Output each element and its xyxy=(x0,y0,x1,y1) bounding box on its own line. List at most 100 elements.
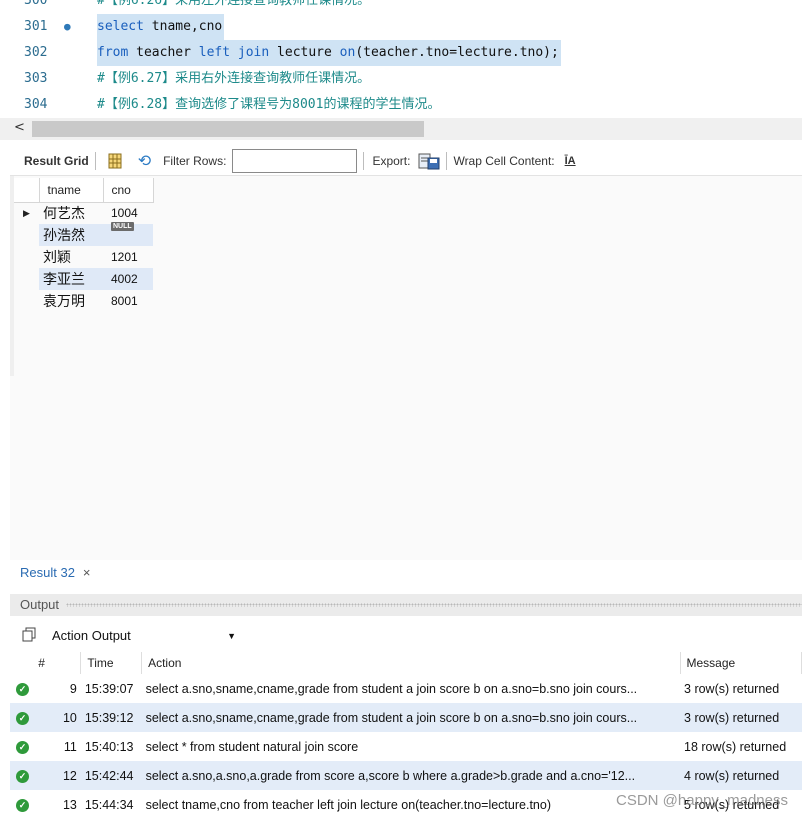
log-time: 15:39:07 xyxy=(84,681,134,696)
log-num: 12 xyxy=(32,761,81,790)
code-text: teacher xyxy=(128,45,199,60)
toolbar-divider xyxy=(363,151,365,170)
grid-layout-icon[interactable] xyxy=(108,153,122,169)
log-message: 18 row(s) returned xyxy=(684,739,787,754)
code-line-302: 302 from teacher left join lecture on(te… xyxy=(0,40,802,66)
toolbar-divider xyxy=(94,151,96,170)
row-selector[interactable] xyxy=(14,290,39,312)
column-header-action[interactable]: Action xyxy=(141,652,681,674)
column-header-tname[interactable]: tname xyxy=(39,178,104,203)
table-row[interactable]: 袁万明 8001 xyxy=(14,290,153,312)
output-panel-header: Output xyxy=(10,594,802,616)
result-grid[interactable]: tname cno ▶ 何艺杰 1004 孙浩然 NULL 刘颖 1201 李亚… xyxy=(10,176,802,560)
panel-grip[interactable] xyxy=(66,603,802,607)
code-line-304: 304 #【例6.28】查询选修了课程号为8001的课程的学生情况。 xyxy=(0,92,802,118)
log-action: select a.sno,a.sno,a.grade from score a,… xyxy=(141,761,681,790)
code-line-300: 300 #【例6.26】采用左外连接查询教师任课情况。 xyxy=(0,0,802,14)
null-badge: NULL xyxy=(111,222,134,231)
cell-tname[interactable]: 何艺杰 xyxy=(39,202,103,224)
row-selector[interactable] xyxy=(14,224,39,246)
output-title: Output xyxy=(20,597,60,612)
toolbar-divider xyxy=(446,151,448,170)
cell-tname[interactable]: 刘颖 xyxy=(39,246,103,268)
code-line-301: 301 ● select tname,cno xyxy=(0,14,802,40)
cell-tname[interactable]: 李亚兰 xyxy=(39,268,103,290)
wrap-cell-content-icon[interactable]: ĪA xyxy=(565,155,576,167)
output-toolbar: Action Output ▼ xyxy=(10,620,802,652)
row-selector[interactable] xyxy=(14,246,39,268)
table-row[interactable]: 李亚兰 4002 xyxy=(14,268,153,290)
tab-label: Result 32 xyxy=(20,565,75,580)
line-number: 304 xyxy=(24,97,48,112)
current-row-arrow-icon[interactable]: ▶ xyxy=(14,202,39,224)
log-action: select a.sno,sname,cname,grade from stud… xyxy=(145,681,638,696)
line-number: 301 xyxy=(24,19,48,34)
scrollbar-thumb[interactable] xyxy=(32,121,424,137)
keyword-left-join: left join xyxy=(198,45,270,60)
log-action: select tname,cno from teacher left join … xyxy=(145,797,551,812)
table-row[interactable]: 刘颖 1201 xyxy=(14,246,153,268)
cell-cno[interactable]: NULL xyxy=(103,222,153,246)
refresh-icon[interactable]: ⟲ xyxy=(138,151,151,171)
log-action: select a.sno,sname,cname,grade from stud… xyxy=(141,703,681,732)
log-time: 15:39:12 xyxy=(80,703,142,732)
export-icon[interactable] xyxy=(418,152,440,170)
filter-rows-label: Filter Rows: xyxy=(163,153,227,168)
column-header-cno[interactable]: cno xyxy=(103,178,154,203)
output-type-value: Action Output xyxy=(52,628,131,643)
wrap-cell-content-label: Wrap Cell Content: xyxy=(453,153,555,168)
comment-text: #【例6.26】采用左外连接查询教师任课情况。 xyxy=(97,0,371,8)
column-header-time[interactable]: Time xyxy=(80,652,143,674)
result-table: tname cno ▶ 何艺杰 1004 孙浩然 NULL 刘颖 1201 李亚… xyxy=(14,178,154,312)
log-message: 4 row(s) returned xyxy=(680,761,802,790)
row-selector[interactable] xyxy=(14,268,39,290)
copy-icon[interactable] xyxy=(22,627,36,642)
line-number: 300 xyxy=(24,0,48,8)
log-num: 11 xyxy=(63,739,77,754)
tab-result-32[interactable]: Result 32 × xyxy=(10,560,101,586)
grid-corner[interactable] xyxy=(14,178,40,203)
code-text: tname,cno xyxy=(143,19,223,34)
result-toolbar: Result Grid ⟲ Filter Rows: Export: Wrap … xyxy=(10,146,802,176)
cell-cno[interactable]: 1201 xyxy=(103,246,153,268)
column-header-message[interactable]: Message xyxy=(680,652,802,674)
log-num: 10 xyxy=(32,703,81,732)
sql-editor[interactable]: 300 #【例6.26】采用左外连接查询教师任课情况。 301 ● select… xyxy=(0,0,802,118)
editor-horizontal-scrollbar[interactable]: < xyxy=(0,118,802,140)
cell-cno[interactable]: 8001 xyxy=(103,290,153,312)
table-row[interactable]: ▶ 何艺杰 1004 xyxy=(14,202,153,224)
table-row[interactable]: ✓ 11 15:40:13 select * from student natu… xyxy=(10,732,802,761)
column-header-num[interactable]: # xyxy=(32,652,82,674)
line-number: 302 xyxy=(24,45,48,60)
cell-tname[interactable]: 孙浩然 xyxy=(39,224,103,246)
cell-cno[interactable]: 4002 xyxy=(103,268,153,290)
table-row[interactable]: ✓ 12 15:42:44 select a.sno,a.sno,a.grade… xyxy=(10,761,802,790)
code-line-303: 303 #【例6.27】采用右外连接查询教师任课情况。 xyxy=(0,66,802,92)
keyword-on: on xyxy=(339,45,356,60)
table-row[interactable]: ✓ 9 15:39:07 select a.sno,sname,cname,gr… xyxy=(10,674,802,703)
code-text: (teacher.tno=lecture.tno); xyxy=(355,45,559,60)
export-label: Export: xyxy=(372,153,411,168)
success-check-icon: ✓ xyxy=(16,741,29,754)
status-column-header xyxy=(10,652,33,674)
log-message: 3 row(s) returned xyxy=(680,703,802,732)
output-type-select[interactable]: Action Output ▼ xyxy=(50,625,240,647)
filter-rows-input[interactable] xyxy=(232,148,358,173)
result-grid-tab[interactable]: Result Grid xyxy=(24,154,89,168)
log-time: 15:40:13 xyxy=(84,739,134,754)
table-row[interactable]: ✓ 10 15:39:12 select a.sno,sname,cname,g… xyxy=(10,703,802,732)
chevron-down-icon: ▼ xyxy=(227,631,236,641)
success-check-icon: ✓ xyxy=(16,683,29,696)
statement-marker-icon[interactable]: ● xyxy=(64,14,71,40)
keyword-from: from xyxy=(97,45,129,60)
table-row[interactable]: 孙浩然 NULL xyxy=(14,222,153,246)
scroll-left-arrow-icon[interactable]: < xyxy=(14,120,25,135)
code-text: lecture xyxy=(269,45,340,60)
success-check-icon: ✓ xyxy=(16,712,29,725)
cell-cno[interactable]: 1004 xyxy=(103,202,153,224)
log-time: 15:42:44 xyxy=(80,761,142,790)
close-icon[interactable]: × xyxy=(83,565,91,580)
cell-tname[interactable]: 袁万明 xyxy=(39,290,103,312)
log-num: 13 xyxy=(62,797,77,812)
comment-text: #【例6.27】采用右外连接查询教师任课情况。 xyxy=(97,71,371,86)
